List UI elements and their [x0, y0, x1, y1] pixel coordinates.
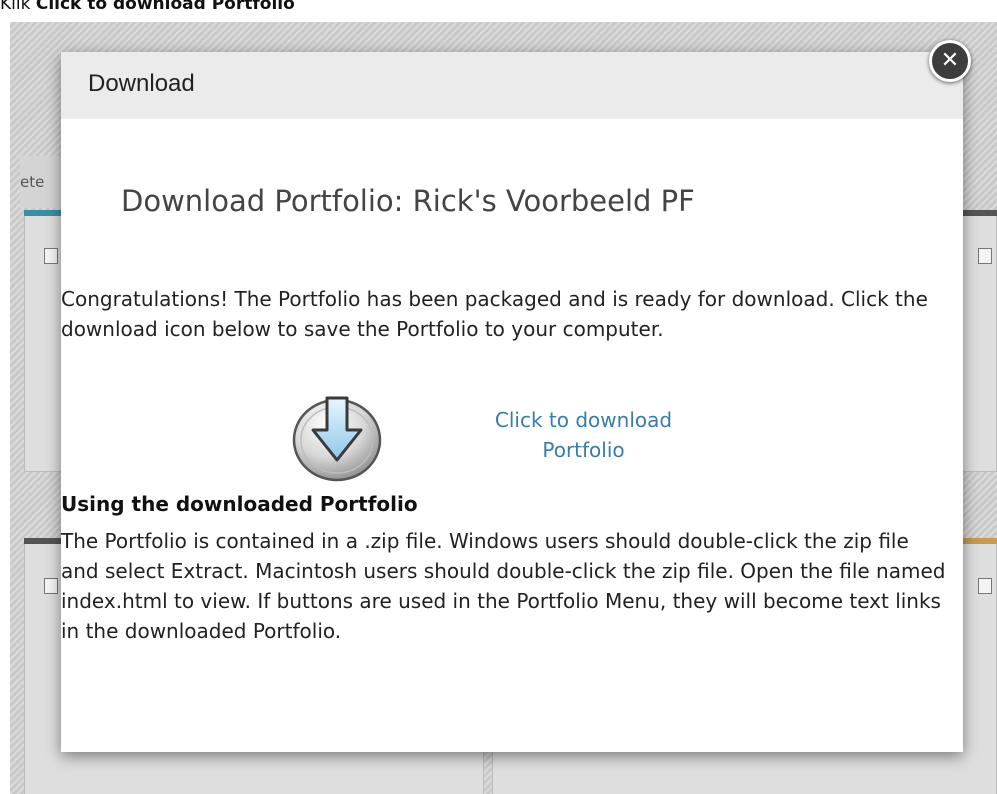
dialog-heading: Download Portfolio: Rick's Voorbeeld PF: [121, 184, 695, 218]
background-checkbox: [978, 578, 992, 594]
background-card-bar: [960, 210, 997, 216]
download-arrow-icon[interactable]: [291, 390, 383, 482]
using-portfolio-heading: Using the downloaded Portfolio: [61, 492, 418, 516]
instruction-caption: Klik Click to download Portfolio: [0, 0, 295, 16]
using-portfolio-paragraph: The Portfolio is contained in a .zip fil…: [61, 529, 946, 643]
intro-paragraph: Congratulations! The Portfolio has been …: [61, 287, 928, 341]
close-icon: ✕: [940, 48, 960, 73]
background-checkbox: [44, 248, 58, 264]
background-card-bar: [960, 538, 997, 544]
dialog-title: Download: [88, 70, 195, 97]
download-dialog: Download Download Portfolio: Rick's Voor…: [61, 52, 963, 752]
download-portfolio-link[interactable]: Click to download Portfolio: [456, 405, 711, 465]
caption-prefix: Klik: [0, 0, 36, 14]
dialog-header: Download: [61, 52, 963, 119]
background-checkbox: [978, 248, 992, 264]
close-dialog-button[interactable]: ✕: [929, 40, 971, 82]
caption-bold: Click to download Portfolio: [35, 0, 295, 14]
background-checkbox: [44, 578, 58, 594]
